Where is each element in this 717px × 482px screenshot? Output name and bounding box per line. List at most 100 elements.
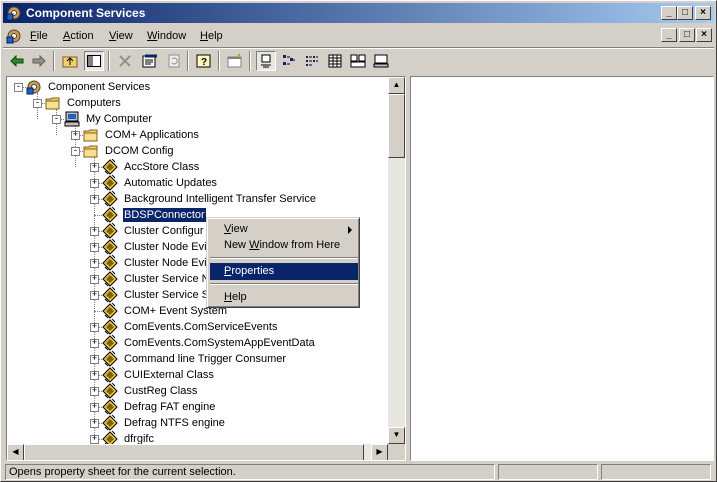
- collapse-icon[interactable]: -: [52, 115, 61, 124]
- child-restore-button[interactable]: □: [679, 28, 695, 42]
- expand-icon[interactable]: +: [90, 259, 99, 268]
- tree-node-label[interactable]: Background Intelligent Transfer Service: [123, 192, 317, 206]
- details-view-button[interactable]: [325, 51, 345, 71]
- expand-icon[interactable]: +: [90, 387, 99, 396]
- expand-icon[interactable]: +: [90, 323, 99, 332]
- tree-node[interactable]: - Computers: [7, 95, 388, 111]
- tree-node[interactable]: + Automatic Updates: [7, 175, 388, 191]
- tree-node-label[interactable]: Cluster Service N: [123, 272, 211, 286]
- tree-node[interactable]: + AccStore Class: [7, 159, 388, 175]
- expand-icon[interactable]: +: [90, 179, 99, 188]
- tree-node[interactable]: + Defrag FAT engine: [7, 399, 388, 415]
- tree-node-label[interactable]: ComEvents.ComSystemAppEventData: [123, 336, 316, 350]
- expand-icon[interactable]: +: [90, 435, 99, 444]
- refresh-button[interactable]: [164, 51, 184, 71]
- expand-icon[interactable]: +: [90, 371, 99, 380]
- tree-node[interactable]: + CUIExternal Class: [7, 367, 388, 383]
- tree-node[interactable]: + Defrag NTFS engine: [7, 415, 388, 431]
- tree-node-label[interactable]: Defrag FAT engine: [123, 400, 216, 414]
- scroll-thumb-vertical[interactable]: [388, 94, 405, 158]
- properties-button[interactable]: [140, 51, 160, 71]
- expand-icon[interactable]: +: [90, 227, 99, 236]
- console-view-button[interactable]: [371, 51, 391, 71]
- tree-node[interactable]: + ComEvents.ComServiceEvents: [7, 319, 388, 335]
- tree-node-label[interactable]: Command line Trigger Consumer: [123, 352, 287, 366]
- help-button[interactable]: ?: [194, 51, 214, 71]
- up-one-level-button[interactable]: [60, 51, 80, 71]
- context-menu-help[interactable]: Help: [210, 289, 358, 306]
- tree-node-label[interactable]: CustReg Class: [123, 384, 198, 398]
- component-services-icon[interactable]: [6, 5, 22, 21]
- tree-node[interactable]: + CustReg Class: [7, 383, 388, 399]
- tree-node[interactable]: - DCOM Config: [7, 143, 388, 159]
- tree-node-label[interactable]: Cluster Configur: [123, 224, 204, 238]
- scroll-right-button[interactable]: ▶: [371, 444, 388, 460]
- forward-button[interactable]: [29, 51, 49, 71]
- show-hide-tree-button[interactable]: [84, 51, 104, 71]
- tree-node[interactable]: + ComEvents.ComSystemAppEventData: [7, 335, 388, 351]
- context-menu-view[interactable]: View: [210, 221, 358, 238]
- scroll-thumb-horizontal[interactable]: [24, 444, 364, 460]
- tree-node[interactable]: + COM+ Applications: [7, 127, 388, 143]
- expand-icon[interactable]: +: [90, 339, 99, 348]
- expand-icon[interactable]: +: [90, 291, 99, 300]
- tree-node[interactable]: + Command line Trigger Consumer: [7, 351, 388, 367]
- status-view-button[interactable]: [348, 51, 368, 71]
- menu-help[interactable]: Help: [200, 30, 223, 42]
- tree-node-label[interactable]: Defrag NTFS engine: [123, 416, 226, 430]
- menu-view[interactable]: View: [109, 30, 133, 42]
- console-root-icon[interactable]: [6, 28, 22, 44]
- new-window-button[interactable]: [225, 51, 245, 71]
- expand-icon[interactable]: +: [90, 275, 99, 284]
- result-pane[interactable]: [410, 76, 714, 461]
- tree-node[interactable]: + dfrgifc: [7, 431, 388, 444]
- tree-node-label[interactable]: CUIExternal Class: [123, 368, 215, 382]
- close-button[interactable]: ×: [695, 6, 711, 20]
- tree-node-label[interactable]: AccStore Class: [123, 160, 200, 174]
- menu-window[interactable]: Window: [147, 30, 186, 42]
- scroll-up-button[interactable]: ▲: [388, 77, 405, 94]
- delete-button[interactable]: [115, 51, 135, 71]
- expand-icon[interactable]: +: [90, 243, 99, 252]
- context-menu-properties[interactable]: Properties: [210, 263, 358, 280]
- tree-node-label[interactable]: Cluster Node Evi: [123, 256, 208, 270]
- expand-icon[interactable]: +: [90, 195, 99, 204]
- menu-file[interactable]: File: [30, 30, 48, 42]
- expand-icon[interactable]: +: [90, 403, 99, 412]
- tree-horizontal-scrollbar[interactable]: ◀ ▶: [7, 444, 388, 460]
- scroll-down-button[interactable]: ▼: [388, 427, 405, 444]
- tree-node-label[interactable]: Cluster Node Evi: [123, 240, 208, 254]
- tree-node-label[interactable]: Computers: [66, 96, 122, 110]
- tree-node-label[interactable]: dfrgifc: [123, 432, 155, 444]
- tree-node-label[interactable]: COM+ Applications: [104, 128, 200, 142]
- expand-icon[interactable]: +: [90, 163, 99, 172]
- tree-node[interactable]: + Background Intelligent Transfer Service: [7, 191, 388, 207]
- minimize-button[interactable]: _: [661, 6, 677, 20]
- scroll-left-button[interactable]: ◀: [7, 444, 24, 460]
- child-minimize-button[interactable]: _: [661, 28, 677, 42]
- tree-node-label[interactable]: My Computer: [85, 112, 153, 126]
- menu-action[interactable]: Action: [63, 30, 94, 42]
- collapse-icon[interactable]: -: [71, 147, 80, 156]
- tree-node-label[interactable]: DCOM Config: [104, 144, 174, 158]
- tree-vertical-scrollbar[interactable]: ▲ ▼: [388, 77, 405, 444]
- large-icons-view-button[interactable]: [256, 51, 276, 71]
- tree-node-label[interactable]: Component Services: [47, 80, 151, 94]
- tree-node[interactable]: - Component Services: [7, 79, 388, 95]
- maximize-button[interactable]: □: [677, 6, 693, 20]
- collapse-icon[interactable]: -: [33, 99, 42, 108]
- expand-icon[interactable]: +: [71, 131, 80, 140]
- expand-icon[interactable]: +: [90, 355, 99, 364]
- collapse-icon[interactable]: -: [14, 83, 23, 92]
- back-button[interactable]: [7, 51, 27, 71]
- tree-node-label[interactable]: ComEvents.ComServiceEvents: [123, 320, 278, 334]
- title-bar[interactable]: Component Services _ □ ×: [3, 3, 714, 23]
- tree-node-label[interactable]: Automatic Updates: [123, 176, 218, 190]
- tree-node-label[interactable]: Cluster Service S: [123, 288, 210, 302]
- tree-node-label[interactable]: BDSPConnector: [122, 207, 207, 223]
- tree-node[interactable]: - My Computer: [7, 111, 388, 127]
- expand-icon[interactable]: +: [90, 419, 99, 428]
- context-menu-new-window[interactable]: New Window from Here: [210, 237, 358, 254]
- small-icons-view-button[interactable]: [279, 51, 299, 71]
- list-view-button[interactable]: [302, 51, 322, 71]
